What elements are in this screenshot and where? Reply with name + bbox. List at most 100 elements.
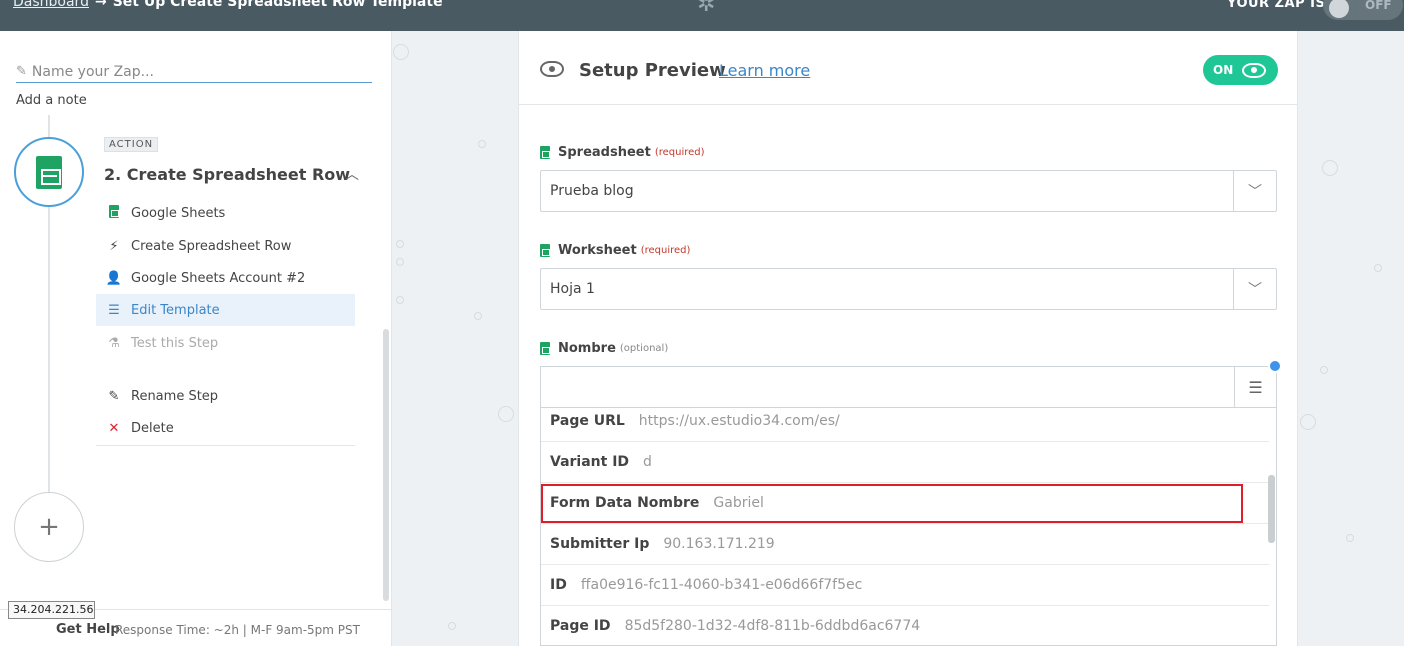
item-value: 85d5f280-1d32-4df8-811b-6ddbd6ac6774 [624,618,921,634]
preview-toggle[interactable]: ON [1203,55,1278,85]
spreadsheet-select[interactable]: Prueba blog ﹀ [540,170,1277,212]
insert-field-icon: ☰ [1248,377,1263,397]
zap-name-placeholder: Name your Zap... [31,63,154,80]
step-app-icon[interactable] [14,137,84,207]
breadcrumb-arrow: → [94,0,107,10]
dropdown-scrollbar[interactable] [1268,475,1275,543]
card-title: Setup Preview [579,60,726,81]
rename-step-button[interactable]: ✎ Rename Step [96,380,355,412]
worksheet-label: Worksheet (required) [540,243,690,258]
zap-status-label: YOUR ZAP IS [1227,0,1326,11]
eye-icon [1242,62,1267,78]
toggle-state-label: OFF [1365,0,1392,12]
timeline-line [48,115,50,137]
decor-dot [396,258,404,266]
top-bar: Dashboard → Set Up Create Spreadsheet Row … [0,0,1404,31]
field-label-text: Spreadsheet [558,145,651,160]
decor-dot [393,44,409,60]
item-value: d [643,454,652,470]
timeline-line [48,207,50,492]
decor-dot [1322,160,1338,176]
decor-dot [1374,264,1382,272]
page-title: Set Up Create Spreadsheet Row Template [112,0,443,10]
decor-dot [396,296,404,304]
sidebar-item-account[interactable]: 👤 Google Sheets Account #2 [96,262,355,294]
google-sheets-icon [540,244,550,257]
google-sheets-icon [109,204,119,218]
decor-dot [1346,534,1354,542]
delete-x-icon: ✕ [108,420,120,436]
ip-address-tooltip: 34.204.221.56 [8,601,95,619]
pencil-icon: ✎ [16,64,27,79]
sidebar-item-label: Google Sheets [131,205,226,221]
zap-name-input[interactable]: ✎ Name your Zap... [16,61,372,83]
decor-dot [498,406,514,422]
nombre-label: Nombre (optional) [540,341,668,356]
item-key: Page URL [550,413,625,429]
list-item[interactable]: Page ID 85d5f280-1d32-4df8-811b-6ddbd6ac… [541,606,1269,645]
field-label-text: Worksheet [558,243,637,258]
required-hint: (required) [654,147,705,158]
item-key: Variant ID [550,454,630,470]
nombre-input[interactable] [540,366,1235,408]
item-key: Page ID [550,618,611,634]
toggle-knob [1329,0,1349,18]
field-picker-dropdown: Page URL https://ux.estudio34.com/es/ Va… [540,408,1277,646]
spreadsheet-label: Spreadsheet (required) [540,145,705,160]
decor-dot [448,622,456,630]
sidebar-item-label: Create Spreadsheet Row [131,238,292,254]
learn-more-link[interactable]: Learn more [719,61,810,80]
delete-step-button[interactable]: ✕ Delete [96,412,355,444]
setup-preview-card: Setup Preview Learn more ON Spreadsheet … [518,31,1298,646]
breadcrumb: Dashboard → Set Up Create Spreadsheet Row … [13,0,443,10]
sidebar-item-create-row[interactable]: ⚡ Create Spreadsheet Row [96,230,355,262]
google-sheets-icon [540,146,550,159]
chevron-down-icon[interactable]: ﹀ [1233,269,1276,309]
insert-field-button[interactable]: ☰ [1234,366,1277,408]
card-header: Setup Preview Learn more ON [519,31,1297,105]
chevron-down-icon[interactable]: ﹀ [1233,171,1276,211]
get-help-link[interactable]: Get Help [56,622,120,637]
select-value: Prueba blog [550,183,634,199]
decor-dot [1300,414,1316,430]
step-title[interactable]: 2. Create Spreadsheet Row [104,165,350,184]
sidebar-item-google-sheets[interactable]: Google Sheets [96,197,355,229]
item-value: https://ux.estudio34.com/es/ [638,413,840,429]
preview-toggle-label: ON [1213,63,1234,77]
plus-icon: + [38,512,60,542]
google-sheets-icon [540,342,550,355]
gear-icon[interactable]: ✲ [697,0,715,17]
item-key: Submitter Ip [550,536,650,552]
left-sidebar: ✎ Name your Zap... Add a note ACTION 2. … [0,31,392,646]
decor-dot [396,240,404,248]
notification-dot [1268,359,1282,373]
delete-label: Delete [131,420,174,436]
sidebar-scrollbar[interactable] [383,329,389,601]
pencil-icon: ✎ [108,388,120,404]
decor-dot [474,312,482,320]
highlight-box [541,484,1243,523]
divider [96,445,355,446]
rename-step-label: Rename Step [131,388,219,404]
item-value: ffa0e916-fc11-4060-b341-e06d66f7f5ec [580,577,863,593]
dashboard-link[interactable]: Dashboard [13,0,89,10]
worksheet-select[interactable]: Hoja 1 ﹀ [540,268,1277,310]
step-type-badge: ACTION [104,137,159,152]
zap-on-off-toggle[interactable]: OFF [1323,0,1403,20]
sidebar-item-test-step[interactable]: ⚗ Test this Step [96,327,355,359]
list-item[interactable]: Page URL https://ux.estudio34.com/es/ [541,408,1269,442]
optional-hint: (optional) [619,343,669,354]
item-value: 90.163.171.219 [663,536,775,552]
list-item[interactable]: ID ffa0e916-fc11-4060-b341-e06d66f7f5ec [541,565,1269,606]
list-item[interactable]: Submitter Ip 90.163.171.219 [541,524,1269,565]
decor-dot [478,140,486,148]
sidebar-item-label: Edit Template [131,302,220,318]
response-time-text: Response Time: ~2h | M-F 9am-5pm PST [115,623,360,637]
add-step-button[interactable]: + [14,492,84,562]
decor-dot [1320,366,1328,374]
sidebar-item-edit-template[interactable]: ☰ Edit Template [96,294,355,326]
add-note-link[interactable]: Add a note [16,93,87,108]
sidebar-item-label: Test this Step [131,335,219,351]
chevron-up-icon[interactable]: ︿ [345,164,359,184]
list-item[interactable]: Variant ID d [541,442,1269,483]
